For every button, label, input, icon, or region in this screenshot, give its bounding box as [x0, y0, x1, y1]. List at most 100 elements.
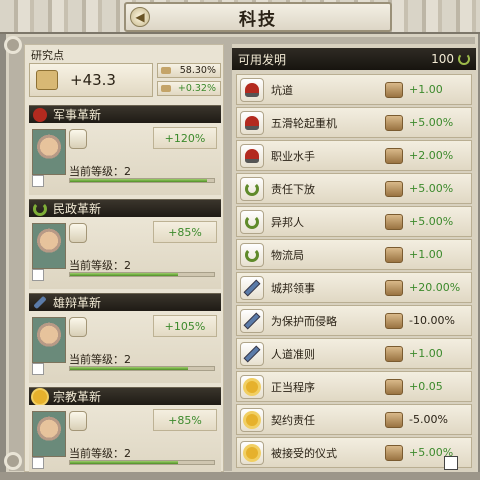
religion-sun-icon: [240, 374, 264, 399]
invention-row[interactable]: 职业水手 +2.00%: [236, 140, 472, 171]
effect-icon: [385, 213, 403, 230]
inventions-header: 可用发明 100: [232, 48, 476, 70]
bottom-strip: [0, 472, 480, 480]
current-level: 当前等级：2: [69, 259, 131, 272]
invention-row[interactable]: 为保护而侵略 -10.00%: [236, 305, 472, 336]
portrait-badge-icon: [32, 269, 44, 281]
research-label: 研究点: [31, 49, 64, 62]
invention-row[interactable]: 正当程序 +0.05: [236, 371, 472, 402]
invention-effect: +5.00%: [409, 215, 454, 228]
invention-row[interactable]: 人道准则 +1.00: [236, 338, 472, 369]
laurel-icon: [33, 201, 47, 216]
invention-effect: +5.00%: [409, 116, 454, 129]
bust-icon[interactable]: [69, 129, 87, 149]
category-body-civic: +85% 当前等级：2: [29, 217, 221, 289]
laurel-icon: [240, 242, 264, 267]
category-header-religion[interactable]: 宗教革新: [29, 387, 221, 405]
military-helmet-icon: [240, 143, 264, 168]
laurel-icon: [240, 176, 264, 201]
watermark-icon: [444, 456, 458, 470]
religion-sun-icon: [240, 407, 264, 432]
effect-icon: [385, 81, 403, 98]
character-portrait[interactable]: [32, 317, 66, 363]
level-progress-fill: [70, 461, 178, 464]
research-points-box: +43.3: [29, 63, 153, 97]
effect-icon: [385, 345, 403, 362]
effect-icon: [385, 411, 403, 428]
invention-effect: +5.00%: [409, 446, 454, 459]
character-portrait[interactable]: [32, 223, 66, 269]
bust-icon[interactable]: [69, 223, 87, 243]
category-bonus: +120%: [153, 127, 217, 149]
laurel-icon: [458, 53, 470, 65]
rhetoric-quill-icon: [33, 295, 47, 310]
inventions-panel: 可用发明 100 坑道 +1.00 五滑轮起重机 +5.00% 职业水手 +2.…: [232, 44, 476, 472]
scroll-ornament-icon: [4, 36, 22, 54]
military-helmet-icon: [33, 107, 47, 122]
invention-effect: +5.00%: [409, 182, 454, 195]
current-level: 当前等级：2: [69, 353, 131, 366]
level-progress-bar: [69, 272, 215, 277]
invention-row[interactable]: 物流局 +1.00: [236, 239, 472, 270]
bust-icon[interactable]: [69, 317, 87, 337]
invention-name: 人道准则: [271, 347, 315, 361]
invention-name: 坑道: [271, 83, 293, 97]
category-body-military: +120% 当前等级：2: [29, 123, 221, 195]
military-helmet-icon: [240, 110, 264, 135]
invention-effect: +0.05: [409, 380, 443, 393]
rhetoric-quill-icon: [240, 275, 264, 300]
military-helmet-icon: [240, 77, 264, 102]
current-level: 当前等级：2: [69, 447, 131, 460]
level-progress-bar: [69, 460, 215, 465]
invention-row[interactable]: 契约责任 -5.00%: [236, 404, 472, 435]
invention-name: 为保护而侵略: [271, 314, 337, 328]
invention-name: 职业水手: [271, 149, 315, 163]
category-body-rhetoric: +105% 当前等级：2: [29, 311, 221, 383]
inventions-header-label: 可用发明: [238, 52, 287, 67]
back-arrow-icon[interactable]: ◀: [130, 7, 150, 27]
invention-row[interactable]: 责任下放 +5.00%: [236, 173, 472, 204]
effect-icon: [385, 279, 403, 296]
rhetoric-quill-icon: [240, 308, 264, 333]
invention-name: 责任下放: [271, 182, 315, 196]
invention-row[interactable]: 异邦人 +5.00%: [236, 206, 472, 237]
invention-name: 城邦领事: [271, 281, 315, 295]
research-stat-2: +0.32%: [157, 81, 221, 96]
invention-row[interactable]: 被接受的仪式 +5.00%: [236, 437, 472, 468]
character-portrait[interactable]: [32, 129, 66, 175]
category-header-military[interactable]: 军事革新: [29, 105, 221, 123]
invention-effect: +1.00: [409, 83, 443, 96]
stat-icon: [161, 67, 171, 74]
current-level: 当前等级：2: [69, 165, 131, 178]
title-bar: ◀ 科技: [124, 2, 392, 32]
category-header-civic[interactable]: 民政革新: [29, 199, 221, 217]
religion-sun-icon: [33, 389, 47, 404]
bust-icon[interactable]: [69, 411, 87, 431]
invention-name: 异邦人: [271, 215, 304, 229]
portrait-badge-icon: [32, 363, 44, 375]
effect-icon: [385, 114, 403, 131]
level-progress-bar: [69, 178, 215, 183]
effect-icon: [385, 246, 403, 263]
invention-name: 被接受的仪式: [271, 446, 337, 460]
invention-effect: +2.00%: [409, 149, 454, 162]
category-bonus: +85%: [153, 409, 217, 431]
level-progress-fill: [70, 179, 207, 182]
invention-row[interactable]: 城邦领事 +20.00%: [236, 272, 472, 303]
religion-sun-icon: [240, 440, 264, 465]
category-bonus: +85%: [153, 221, 217, 243]
scroll-ornament-icon: [4, 452, 22, 470]
level-progress-fill: [70, 367, 189, 370]
invention-effect: +1.00: [409, 347, 443, 360]
rhetoric-quill-icon: [240, 341, 264, 366]
effect-icon: [385, 312, 403, 329]
invention-row[interactable]: 五滑轮起重机 +5.00%: [236, 107, 472, 138]
category-header-rhetoric[interactable]: 雄辩革新: [29, 293, 221, 311]
invention-effect: +20.00%: [409, 281, 461, 294]
invention-effect: +1.00: [409, 248, 443, 261]
portrait-badge-icon: [32, 457, 44, 469]
character-portrait[interactable]: [32, 411, 66, 457]
portrait-badge-icon: [32, 175, 44, 187]
invention-name: 五滑轮起重机: [271, 116, 337, 130]
invention-row[interactable]: 坑道 +1.00: [236, 74, 472, 105]
